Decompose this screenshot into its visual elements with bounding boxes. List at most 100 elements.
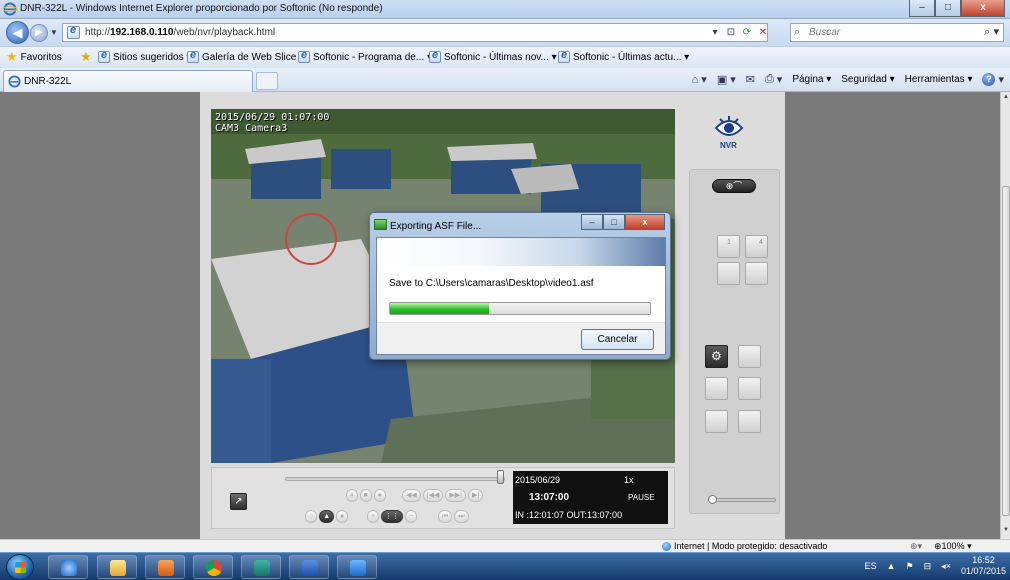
record-button[interactable]: ● [373,489,386,502]
playback-mode-toggle[interactable]: ⊕⌒ [712,179,756,193]
network-icon[interactable]: ⊟ [924,561,932,572]
taskbar-ie[interactable] [48,555,88,579]
mark-in-button[interactable]: ○ [305,510,318,523]
help-button[interactable]: ? ▾ [982,73,1004,86]
taskbar-explorer[interactable] [97,555,137,579]
dialog-close-button[interactable]: x [625,214,665,230]
cancel-button[interactable]: Cancelar [581,329,654,350]
step-forward-button[interactable]: ▶▶| [445,489,466,502]
search-input[interactable] [809,26,969,39]
fav-link-softonic-novedades[interactable]: Softonic - Últimas nov... ▾ [429,49,557,63]
frame-forward-button[interactable]: ⏭ [454,510,469,523]
export-icon[interactable]: ↗ [230,493,247,510]
dialog-maximize-button[interactable]: □ [603,214,625,230]
stop-button[interactable]: ■ [359,489,372,502]
home-button[interactable]: ⌂ ▾ [692,73,707,87]
history-dropdown-icon[interactable]: ▼ [50,28,58,37]
playback-controls: ↗ ⏸ ■ ● ◀◀ |◀◀ ▶▶| ▶| ○ ▲ ● + ⋮⋮ − ⏮ ⏭ 2… [211,467,675,529]
frame-back-button[interactable]: ⏮ [438,510,453,523]
feeds-button[interactable]: ▣ ▾ [717,73,736,86]
playback-in-out: IN :12:01:07 OUT:13:07:00 [515,510,623,520]
new-tab-button[interactable] [256,72,278,90]
backup-icon[interactable] [705,410,728,433]
pause-button[interactable]: ⏸ [346,489,358,502]
security-zone[interactable]: Internet | Modo protegido: desactivado [662,541,827,551]
taskbar-chrome[interactable] [193,555,233,579]
save-icon[interactable] [738,345,761,368]
folder-icon [110,560,126,576]
scroll-up-icon[interactable]: ▲ [1002,94,1010,104]
taskbar-word[interactable] [289,555,329,579]
playback-info: 2015/06/29 1x 13:07:00 PAUSE IN :12:01:0… [513,471,668,524]
tab-dnr-322l[interactable]: DNR-322L [3,70,253,92]
chrome-icon [206,560,222,576]
address-bar[interactable]: http://192.168.0.110/web/nvr/playback.ht… [62,23,768,42]
mark-up-button[interactable]: ▲ [319,510,335,523]
page-menu[interactable]: Página ▾ [792,74,831,85]
next-button[interactable]: ▶| [467,489,484,502]
language-indicator[interactable]: ES [865,561,877,571]
page-scrollbar[interactable]: ▲ ▼ [1000,92,1010,539]
seek-knob[interactable] [497,470,504,484]
edit-icon[interactable] [738,410,761,433]
stop-icon[interactable]: ✕ [755,25,771,40]
search-icon[interactable]: ⌕ ▾ [984,25,999,39]
zoom-minus-button[interactable]: − [405,510,418,523]
compatibility-icon[interactable]: ⊡ [723,25,739,40]
fav-link-softonic-programa[interactable]: Softonic - Programa de... ▾ [298,49,432,63]
dialog-title: Exporting ASF File... [390,221,482,232]
prev-button[interactable]: ◀◀ [402,489,421,502]
address-dropdown-icon[interactable]: ▾ [707,25,723,40]
fav-link-sitios[interactable]: Sitios sugeridos ▾ [98,49,191,63]
print-icon[interactable] [738,377,761,400]
maximize-button[interactable]: □ [935,0,961,17]
settings-icon[interactable]: ⚙ [705,345,728,368]
forward-button[interactable]: ▶ [30,24,48,42]
address-url[interactable]: http://192.168.0.110/web/nvr/playback.ht… [85,27,275,38]
tray-expand-icon[interactable]: ▲ [887,561,896,571]
zoom-level[interactable]: ⊕100% ▾ [934,541,972,552]
mail-button[interactable]: ✉ [746,73,755,86]
step-back-button[interactable]: |◀◀ [422,489,444,502]
zoom-in-button[interactable] [717,262,740,285]
fav-link-softonic-actualizaciones[interactable]: Softonic - Últimas actu... ▾ [558,49,689,63]
start-button[interactable] [6,554,34,580]
mark-controls: ○ ▲ ● [305,510,349,523]
minimize-button[interactable]: – [909,0,935,17]
volume-icon[interactable]: ◂× [941,561,951,572]
security-icon[interactable]: ⊕▾ [910,541,922,552]
zoom-plus-button[interactable]: + [367,510,380,523]
scroll-thumb[interactable] [1002,186,1010,516]
taskbar-teamviewer[interactable] [337,555,377,579]
taskbar-publisher[interactable] [241,555,281,579]
favorites-button[interactable]: ★ Favoritos [6,50,62,63]
dialog-minimize-button[interactable]: – [581,214,603,230]
back-button[interactable]: ◀ [6,21,29,44]
volume-slider[interactable] [708,495,776,504]
close-button[interactable]: x [961,0,1005,17]
layout-1-button[interactable]: 1 [717,235,740,258]
taskbar-outlook[interactable] [145,555,185,579]
refresh-icon[interactable]: ⟳ [739,25,755,40]
layout-4-button[interactable]: 4 [745,235,768,258]
window-title-bar[interactable]: DNR-322L - Windows Internet Explorer pro… [0,0,1010,19]
scroll-down-icon[interactable]: ▼ [1002,527,1010,537]
add-favorites-icon[interactable]: ★ [80,50,92,63]
tools-menu[interactable]: Herramientas ▾ [905,74,973,85]
print-button[interactable]: ⎙ ▾ [765,73,782,86]
flag-icon[interactable]: ⚑ [906,561,914,572]
seek-bar[interactable] [285,477,505,481]
fullscreen-button[interactable] [745,262,768,285]
zoom-fit-button[interactable]: ⋮⋮ [381,510,404,523]
fav-link-webslice[interactable]: Galería de Web Slice ▾ [187,49,304,63]
mark-out-button[interactable]: ● [336,510,349,523]
snapshot-icon[interactable] [705,377,728,400]
clock[interactable]: 16:52 01/07/2015 [961,555,1006,577]
video-camera-label: CAM3 Camera3 [215,123,288,134]
clock-time: 16:52 [972,555,995,565]
safety-menu[interactable]: Seguridad ▾ [841,74,894,85]
dialog-footer: Cancelar [377,322,665,354]
search-box[interactable]: ⌕ ⌕ ▾ [790,23,1004,42]
video-timestamp: 2015/06/29 01:07:00 [215,112,330,123]
volume-knob[interactable] [708,495,717,504]
